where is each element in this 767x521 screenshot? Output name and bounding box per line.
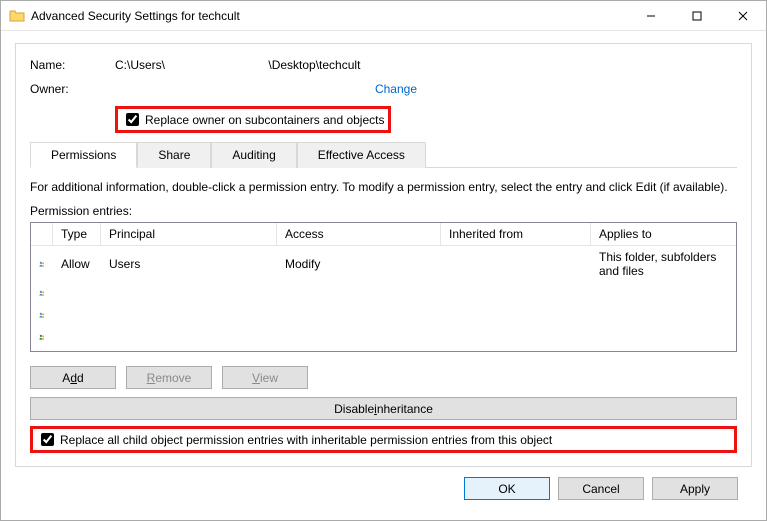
principal-icon <box>31 255 53 273</box>
cell-principal <box>101 291 277 295</box>
table-row[interactable] <box>31 282 736 304</box>
col-type[interactable]: Type <box>53 223 101 245</box>
tab-auditing[interactable]: Auditing <box>211 142 296 168</box>
owner-label: Owner: <box>30 82 115 96</box>
replace-owner-checkbox[interactable] <box>126 113 139 126</box>
apply-button[interactable]: Apply <box>652 477 738 500</box>
replace-owner-highlight: Replace owner on subcontainers and objec… <box>115 106 391 133</box>
cell-applies <box>591 335 736 339</box>
name-label: Name: <box>30 58 115 72</box>
list-header: Type Principal Access Inherited from App… <box>31 223 736 246</box>
cell-type <box>53 313 101 317</box>
replace-child-highlight: Replace all child object permission entr… <box>30 426 737 453</box>
window-title: Advanced Security Settings for techcult <box>31 9 628 23</box>
ok-button[interactable]: OK <box>464 477 550 500</box>
principal-icon <box>31 284 53 302</box>
cancel-button[interactable]: Cancel <box>558 477 644 500</box>
cell-inherited <box>441 335 591 339</box>
dialog-body: Name: C:\Users\ \Desktop\techcult Owner:… <box>1 31 766 520</box>
cell-inherited <box>441 291 591 295</box>
dialog-footer: OK Cancel Apply <box>15 467 752 510</box>
principal-icon <box>31 328 53 346</box>
owner-row: Owner: Change <box>30 82 737 96</box>
cell-inherited <box>441 313 591 317</box>
titlebar: Advanced Security Settings for techcult <box>1 1 766 31</box>
view-button: View <box>222 366 308 389</box>
tab-share[interactable]: Share <box>137 142 211 168</box>
principal-icon <box>31 306 53 324</box>
replace-child-label: Replace all child object permission entr… <box>60 433 552 447</box>
cell-access <box>277 313 441 317</box>
add-button[interactable]: Add <box>30 366 116 389</box>
cell-applies <box>591 313 736 317</box>
col-principal[interactable]: Principal <box>101 223 277 245</box>
cell-inherited <box>441 262 591 266</box>
table-row[interactable] <box>31 304 736 326</box>
cell-principal <box>101 313 277 317</box>
cell-type: Allow <box>53 255 101 273</box>
minimize-button[interactable] <box>628 1 674 31</box>
permission-entries-list[interactable]: Type Principal Access Inherited from App… <box>30 222 737 352</box>
cell-type <box>53 291 101 295</box>
cell-access <box>277 335 441 339</box>
change-owner-link[interactable]: Change <box>375 82 417 96</box>
cell-access: Modify <box>277 255 441 273</box>
table-row[interactable]: AllowUsersModify This folder, subfolders … <box>31 246 736 282</box>
entry-buttons-row: Add Remove View <box>30 366 737 389</box>
remove-button: Remove <box>126 366 212 389</box>
tab-effective-access[interactable]: Effective Access <box>297 142 426 168</box>
folder-icon <box>9 8 25 24</box>
window: Advanced Security Settings for techcult … <box>0 0 767 521</box>
col-applies[interactable]: Applies to <box>591 223 736 245</box>
col-access[interactable]: Access <box>277 223 441 245</box>
replace-owner-label: Replace owner on subcontainers and objec… <box>145 113 384 127</box>
cell-principal <box>101 335 277 339</box>
replace-child-checkbox[interactable] <box>41 433 54 446</box>
name-row: Name: C:\Users\ \Desktop\techcult <box>30 58 737 72</box>
dialog-inner: Name: C:\Users\ \Desktop\techcult Owner:… <box>15 43 752 467</box>
tab-permissions[interactable]: Permissions <box>30 142 137 168</box>
cell-applies: This folder, subfolders and files <box>591 248 736 280</box>
col-inherited[interactable]: Inherited from <box>441 223 591 245</box>
table-row[interactable] <box>31 326 736 348</box>
cell-type <box>53 335 101 339</box>
cell-access <box>277 291 441 295</box>
tabstrip: Permissions Share Auditing Effective Acc… <box>30 141 737 167</box>
permission-entries-label: Permission entries: <box>30 204 737 218</box>
cell-principal: Users <box>101 255 277 273</box>
close-button[interactable] <box>720 1 766 31</box>
maximize-button[interactable] <box>674 1 720 31</box>
cell-applies <box>591 291 736 295</box>
info-text: For additional information, double-click… <box>30 180 737 194</box>
name-value: C:\Users\ \Desktop\techcult <box>115 58 360 72</box>
disable-inheritance-button[interactable]: Disable inheritance <box>30 397 737 420</box>
